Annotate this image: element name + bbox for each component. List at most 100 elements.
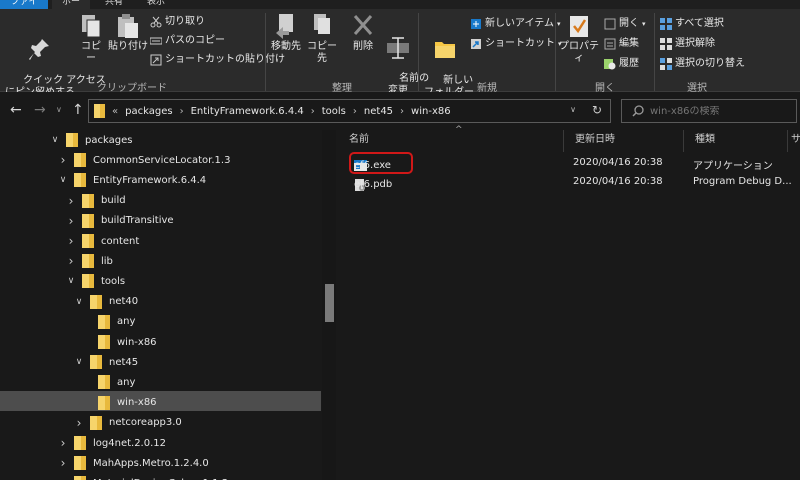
tab-share[interactable]: 共有 [98,0,130,9]
chevron-right-icon[interactable]: › [58,476,68,480]
tree-node[interactable]: › lib [66,251,113,271]
copy-to-label: コピー先 [307,41,337,64]
folder-icon [82,234,95,248]
column-header-modified[interactable]: 更新日時 [563,130,683,150]
tree-node[interactable]: ∨ tools [66,271,125,291]
select-none-label: 選択解除 [675,38,715,49]
tree-node[interactable]: ∨ net40 [74,292,138,312]
new-item-button[interactable]: 新しいアイテム ▾ [470,17,561,31]
select-all-icon [660,18,672,30]
breadcrumb-chevron-icon: › [400,105,405,117]
address-bar[interactable]: « packages › EntityFramework.6.4.4 › tools… [88,99,611,123]
tree-node[interactable]: ›MaterialDesignColors.1.1.3 [58,473,228,480]
chevron-right-icon[interactable]: › [66,234,76,248]
folder-icon [66,133,79,147]
copy-path-icon [149,35,163,47]
copy-path-button[interactable]: パスのコピー [149,34,225,48]
breadcrumb-item[interactable]: EntityFramework.6.4.4 › [191,106,315,117]
delete-x-icon [353,15,373,35]
breadcrumb-item[interactable]: packages › [125,106,183,117]
tree-node[interactable]: win-x86 [82,332,157,352]
copy-button[interactable]: コピー [78,13,104,65]
breadcrumb-item[interactable]: win-x86 [411,106,451,117]
open-button[interactable]: 開く ▾ [604,17,646,31]
cut-button[interactable]: 切り取り [150,15,205,29]
recent-chevron-icon[interactable]: ∨ [56,102,62,118]
file-row[interactable]: ef6.exe 2020/04/16 20:38 アプリケーション [347,154,797,173]
tree-node-label: netcoreapp3.0 [109,417,182,429]
column-header-type[interactable]: 種類 [683,130,787,150]
tree-node[interactable]: › netcoreapp3.0 [74,413,182,433]
tree-node[interactable]: › build [66,191,126,211]
chevron-down-icon[interactable]: ∨ [74,297,84,307]
tab-file[interactable]: ファイル [0,0,48,20]
forward-arrow-icon[interactable]: → [34,102,46,118]
tab-view[interactable]: 表示 [140,0,172,9]
select-none-button[interactable]: 選択解除 [660,37,715,51]
address-row: ← → ∨ ↑ « packages › EntityFramework.6.4.… [0,92,800,130]
chevron-right-icon[interactable]: › [66,254,76,268]
chevron-down-icon[interactable]: ∨ [66,276,76,286]
tree-node[interactable]: any [82,372,135,392]
chevron-right-icon[interactable]: › [58,456,68,470]
tree-node-label: net45 [109,356,139,368]
red-highlight-annotation [349,152,413,174]
tree-node[interactable]: ∨ packages [50,130,132,150]
tab-home[interactable]: ホーム [52,0,90,20]
folder-icon [74,476,87,480]
select-all-button[interactable]: すべて選択 [660,17,724,31]
paste-shortcut-label: ショートカットの貼り付け [165,54,285,65]
properties-button[interactable]: プロパティ [558,13,600,65]
invert-selection-button[interactable]: 選択の切り替え [660,57,745,71]
copy-path-label: パスのコピー [165,35,225,46]
chevron-right-icon[interactable]: › [74,416,84,430]
breadcrumb-overflow[interactable]: « [112,106,118,117]
column-header-size[interactable]: サ [788,130,800,150]
tree-node[interactable]: ∨ EntityFramework.6.4.4 [58,170,206,190]
address-dropdown-icon[interactable]: ∨ [570,105,576,114]
tree-node[interactable]: win-x86 [82,393,157,413]
edit-button[interactable]: 編集 [604,37,639,51]
breadcrumb-item[interactable]: net45 › [364,106,404,117]
paste-button[interactable]: 貼り付け [108,13,148,53]
shortcut-button[interactable]: ショートカット ▾ [470,37,562,51]
invert-selection-label: 選択の切り替え [675,58,745,69]
chevron-down-icon[interactable]: ∨ [74,357,84,367]
scissors-icon [150,16,162,28]
tree-node-label: win-x86 [117,336,157,348]
tree-node[interactable]: ∨ net45 [74,352,138,372]
up-arrow-icon[interactable]: ↑ [72,102,84,118]
open-label: 開く [619,18,639,29]
delete-button[interactable]: 削除 [348,13,378,53]
tree-node[interactable]: › buildTransitive [66,211,174,231]
chevron-down-icon[interactable]: ∨ [58,175,68,185]
column-header-name[interactable]: 名前 [337,130,563,150]
move-to-button[interactable]: 移動先 [268,13,304,53]
refresh-icon[interactable]: ↻ [592,103,602,117]
file-row[interactable]: ef6.pdb 2020/04/16 20:38 Program Debug D… [347,173,797,192]
search-input[interactable] [650,105,790,117]
chevron-right-icon[interactable]: › [66,214,76,228]
chevron-down-icon[interactable]: ∨ [50,135,60,145]
tree-node[interactable]: › log4net.2.0.12 [58,433,166,453]
history-button[interactable]: 履歴 [604,57,639,71]
tree-node[interactable]: › CommonServiceLocator.1.3 [58,150,230,170]
back-arrow-icon[interactable]: ← [10,102,22,118]
tree-node[interactable]: any [82,312,135,332]
folder-icon [82,213,95,228]
open-icon [604,18,616,30]
folder-icon [82,254,95,269]
search-box[interactable] [621,99,797,123]
tree-scrollbar-thumb[interactable] [325,284,334,322]
chevron-right-icon[interactable]: › [58,153,68,167]
breadcrumb-item[interactable]: tools › [322,106,357,117]
chevron-right-icon[interactable]: › [66,194,76,208]
tree-node[interactable]: › MahApps.Metro.1.2.4.0 [58,453,209,473]
pin-icon [29,39,49,60]
tree-node[interactable]: › content [66,231,139,251]
paste-shortcut-icon [150,54,162,66]
breadcrumb-chevron-icon: › [179,105,184,117]
copy-to-button[interactable]: コピー先 [304,13,340,65]
chevron-right-icon[interactable]: › [58,436,68,450]
tree-node-label: tools [101,275,126,287]
